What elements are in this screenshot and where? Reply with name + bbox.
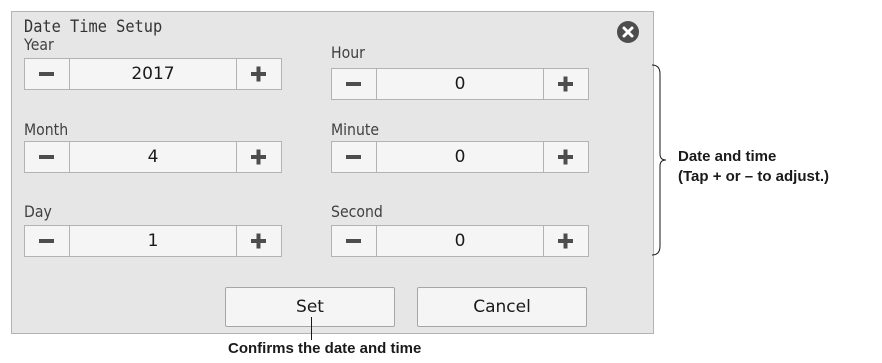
hour-value: 0 — [454, 74, 466, 94]
day-decrement-button[interactable] — [25, 226, 70, 256]
second-decrement-button[interactable] — [332, 226, 377, 256]
cancel-button[interactable]: Cancel — [417, 287, 587, 327]
plus-icon — [251, 233, 266, 249]
plus-icon — [558, 149, 573, 165]
annotation-date-and-time: Date and time — [678, 148, 777, 165]
year-decrement-button[interactable] — [25, 59, 70, 89]
minus-icon — [346, 82, 361, 86]
plus-icon — [558, 76, 573, 92]
minute-value: 0 — [454, 147, 466, 167]
year-increment-button[interactable] — [236, 59, 281, 89]
month-label: Month — [24, 120, 69, 139]
close-button[interactable] — [617, 21, 639, 43]
year-label: Year — [24, 35, 54, 54]
annotation-confirms: Confirms the date and time — [228, 340, 422, 357]
year-value: 2017 — [131, 64, 175, 84]
day-value: 1 — [147, 231, 159, 251]
minute-label: Minute — [331, 120, 380, 139]
close-circle-icon — [622, 26, 634, 38]
annotation-leader-line — [311, 317, 312, 340]
month-value: 4 — [147, 147, 159, 167]
minus-icon — [39, 155, 54, 159]
minus-icon — [39, 72, 54, 76]
minus-icon — [346, 155, 361, 159]
annotation-tap-to-adjust: (Tap + or – to adjust.) — [678, 168, 829, 185]
annotation-brace — [651, 64, 667, 256]
month-stepper: 4 — [24, 141, 282, 173]
plus-icon — [251, 66, 266, 82]
page: Date Time Setup Year 2017 Month 4 Day 1 … — [0, 0, 882, 363]
day-stepper: 1 — [24, 225, 282, 257]
month-decrement-button[interactable] — [25, 142, 70, 172]
year-stepper: 2017 — [24, 58, 282, 90]
second-stepper: 0 — [331, 225, 589, 257]
minute-increment-button[interactable] — [543, 142, 588, 172]
date-time-setup-dialog: Date Time Setup Year 2017 Month 4 Day 1 … — [11, 11, 654, 334]
second-value: 0 — [454, 231, 466, 251]
dialog-title: Date Time Setup — [24, 17, 163, 37]
day-label: Day — [24, 202, 52, 221]
month-increment-button[interactable] — [236, 142, 281, 172]
hour-stepper: 0 — [331, 68, 589, 100]
minute-decrement-button[interactable] — [332, 142, 377, 172]
second-increment-button[interactable] — [543, 226, 588, 256]
day-increment-button[interactable] — [236, 226, 281, 256]
set-button[interactable]: Set — [225, 287, 395, 327]
minus-icon — [39, 239, 54, 243]
minus-icon — [346, 239, 361, 243]
minute-stepper: 0 — [331, 141, 589, 173]
hour-increment-button[interactable] — [543, 69, 588, 99]
second-label: Second — [331, 202, 383, 221]
plus-icon — [558, 233, 573, 249]
hour-decrement-button[interactable] — [332, 69, 377, 99]
hour-label: Hour — [331, 43, 365, 62]
plus-icon — [251, 149, 266, 165]
